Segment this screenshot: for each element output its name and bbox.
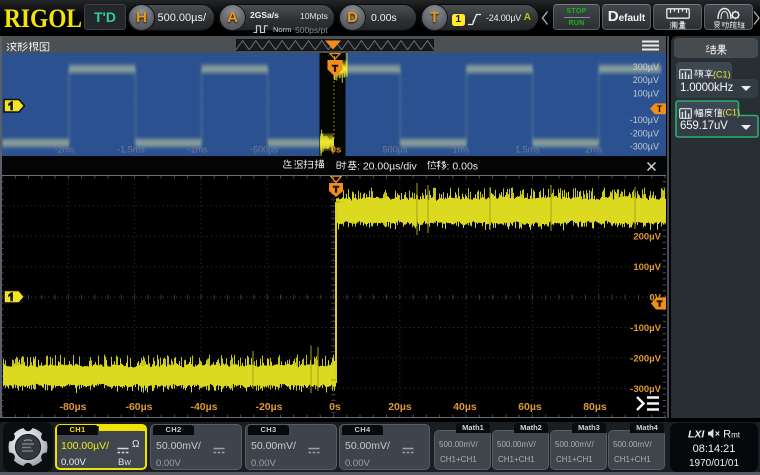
- svg-text:80µs: 80µs: [583, 401, 607, 413]
- svg-text:40µs: 40µs: [453, 401, 477, 413]
- svg-text:-40µs: -40µs: [190, 401, 217, 413]
- svg-text:-200µV: -200µV: [630, 128, 659, 138]
- svg-text:-500µs: -500µs: [250, 145, 278, 155]
- svg-text:200µV: 200µV: [633, 232, 661, 243]
- svg-text:-100µV: -100µV: [630, 323, 661, 334]
- svg-text:-300µV: -300µV: [630, 142, 659, 152]
- svg-text:T: T: [657, 104, 663, 114]
- svg-text:-300µV: -300µV: [630, 384, 661, 395]
- svg-text:-100µV: -100µV: [630, 115, 659, 125]
- svg-text:-20µs: -20µs: [255, 401, 282, 413]
- svg-text:-1.5ms: -1.5ms: [117, 145, 145, 155]
- svg-text:60µs: 60µs: [518, 401, 542, 413]
- svg-text:1.5ms: 1.5ms: [515, 145, 540, 155]
- svg-text:-200µV: -200µV: [630, 354, 661, 365]
- svg-text:100µV: 100µV: [633, 88, 659, 98]
- svg-text:1ms: 1ms: [452, 145, 470, 155]
- svg-text:500µs: 500µs: [383, 145, 408, 155]
- svg-text:20µs: 20µs: [388, 401, 412, 413]
- svg-text:-60µs: -60µs: [125, 401, 152, 413]
- svg-text:2ms: 2ms: [585, 145, 603, 155]
- svg-text:200µV: 200µV: [633, 75, 659, 85]
- svg-text:300µV: 300µV: [633, 62, 659, 72]
- svg-text:100µV: 100µV: [633, 262, 661, 273]
- svg-text:-80µs: -80µs: [59, 401, 86, 413]
- svg-text:-2ms: -2ms: [55, 145, 75, 155]
- svg-text:0s: 0s: [331, 145, 342, 156]
- svg-text:-1ms: -1ms: [188, 145, 208, 155]
- svg-text:0s: 0s: [329, 401, 341, 413]
